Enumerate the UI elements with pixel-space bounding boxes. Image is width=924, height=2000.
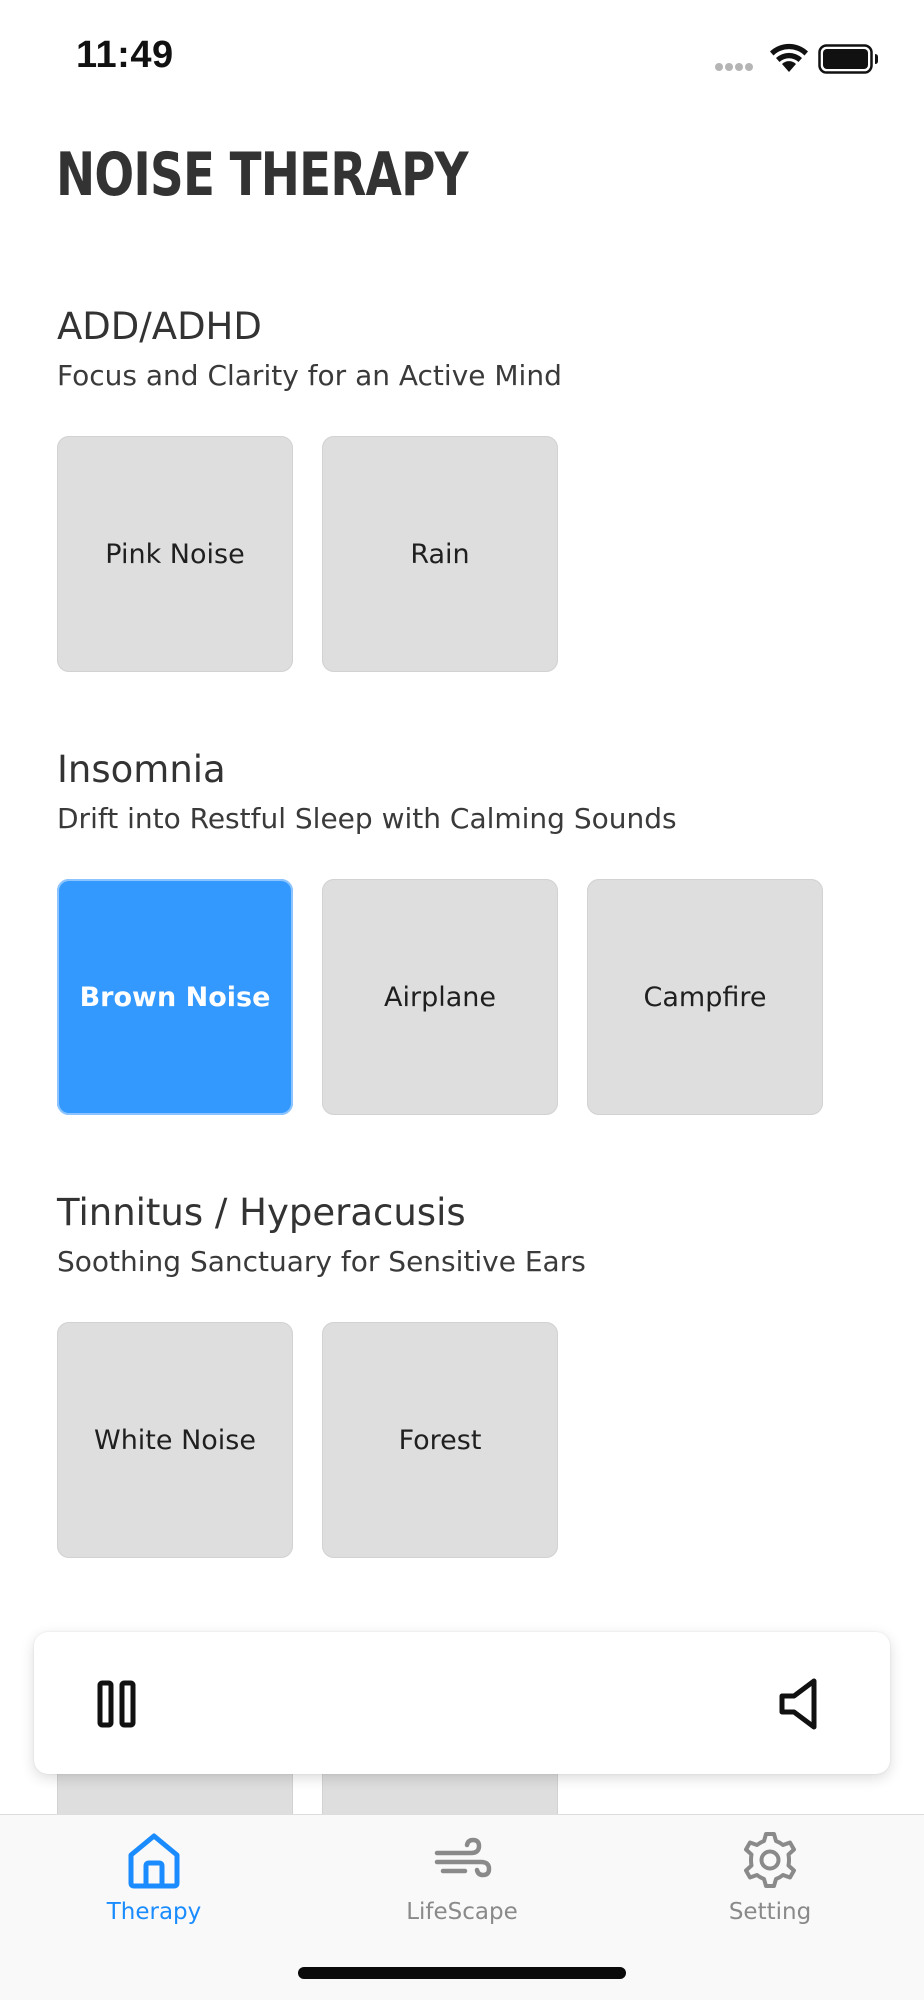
tab-label: Therapy	[106, 1899, 202, 1925]
section-tinnitus-hyperacusis: Tinnitus / Hyperacusis Soothing Sanctuar…	[57, 1190, 877, 1558]
pause-icon[interactable]	[90, 1676, 146, 1732]
sound-card-airplane[interactable]: Airplane	[322, 879, 558, 1115]
sound-card-label: Airplane	[384, 981, 496, 1013]
sound-card-label: Campfire	[643, 981, 767, 1013]
section-add-adhd: ADD/ADHD Focus and Clarity for an Active…	[57, 304, 877, 672]
section-subtitle: Focus and Clarity for an Active Mind	[57, 359, 562, 392]
sound-card-label: Forest	[398, 1424, 482, 1456]
section-title: ADD/ADHD	[57, 305, 262, 348]
noise-therapy-screen: 11:49 NOISE THERAPY ADD/ADHD Focus and C…	[0, 0, 924, 2000]
home-icon	[128, 1833, 180, 1889]
sound-card-forest[interactable]: Forest	[322, 1322, 558, 1558]
section-subtitle: Drift into Restful Sleep with Calming So…	[57, 802, 677, 835]
sound-card-white-noise[interactable]: White Noise	[57, 1322, 293, 1558]
sound-card-list: Pink Noise Rain	[57, 436, 558, 672]
sound-card-rain[interactable]: Rain	[322, 436, 558, 672]
sound-card-label: Brown Noise	[79, 981, 271, 1013]
home-indicator	[298, 1967, 626, 1979]
section-insomnia: Insomnia Drift into Restful Sleep with C…	[57, 747, 877, 1115]
tab-label: LifeScape	[406, 1899, 518, 1925]
sound-card-brown-noise[interactable]: Brown Noise	[57, 879, 293, 1115]
section-subtitle: Soothing Sanctuary for Sensitive Ears	[57, 1245, 586, 1278]
sound-card-label: White Noise	[94, 1424, 256, 1456]
tab-lifescape[interactable]: LifeScape	[308, 1815, 616, 1945]
tab-setting[interactable]: Setting	[616, 1815, 924, 1945]
sound-card-list: White Noise Forest	[57, 1322, 558, 1558]
sound-card-pink-noise[interactable]: Pink Noise	[57, 436, 293, 672]
sound-card-label: Pink Noise	[105, 538, 245, 570]
tab-therapy[interactable]: Therapy	[0, 1815, 308, 1945]
scroll-content[interactable]: NOISE THERAPY ADD/ADHD Focus and Clarity…	[0, 0, 924, 1814]
player-bar	[34, 1632, 890, 1774]
sound-card-campfire[interactable]: Campfire	[587, 879, 823, 1115]
tab-label: Setting	[728, 1899, 812, 1925]
speaker-icon[interactable]	[772, 1674, 832, 1734]
sound-card-label: Rain	[410, 538, 470, 570]
sound-card-list: Brown Noise Airplane Campfire	[57, 879, 823, 1115]
page-title: NOISE THERAPY	[56, 140, 468, 210]
section-title: Tinnitus / Hyperacusis	[57, 1191, 466, 1234]
gear-icon	[744, 1832, 796, 1888]
section-title: Insomnia	[57, 748, 226, 791]
wind-icon	[434, 1837, 492, 1878]
